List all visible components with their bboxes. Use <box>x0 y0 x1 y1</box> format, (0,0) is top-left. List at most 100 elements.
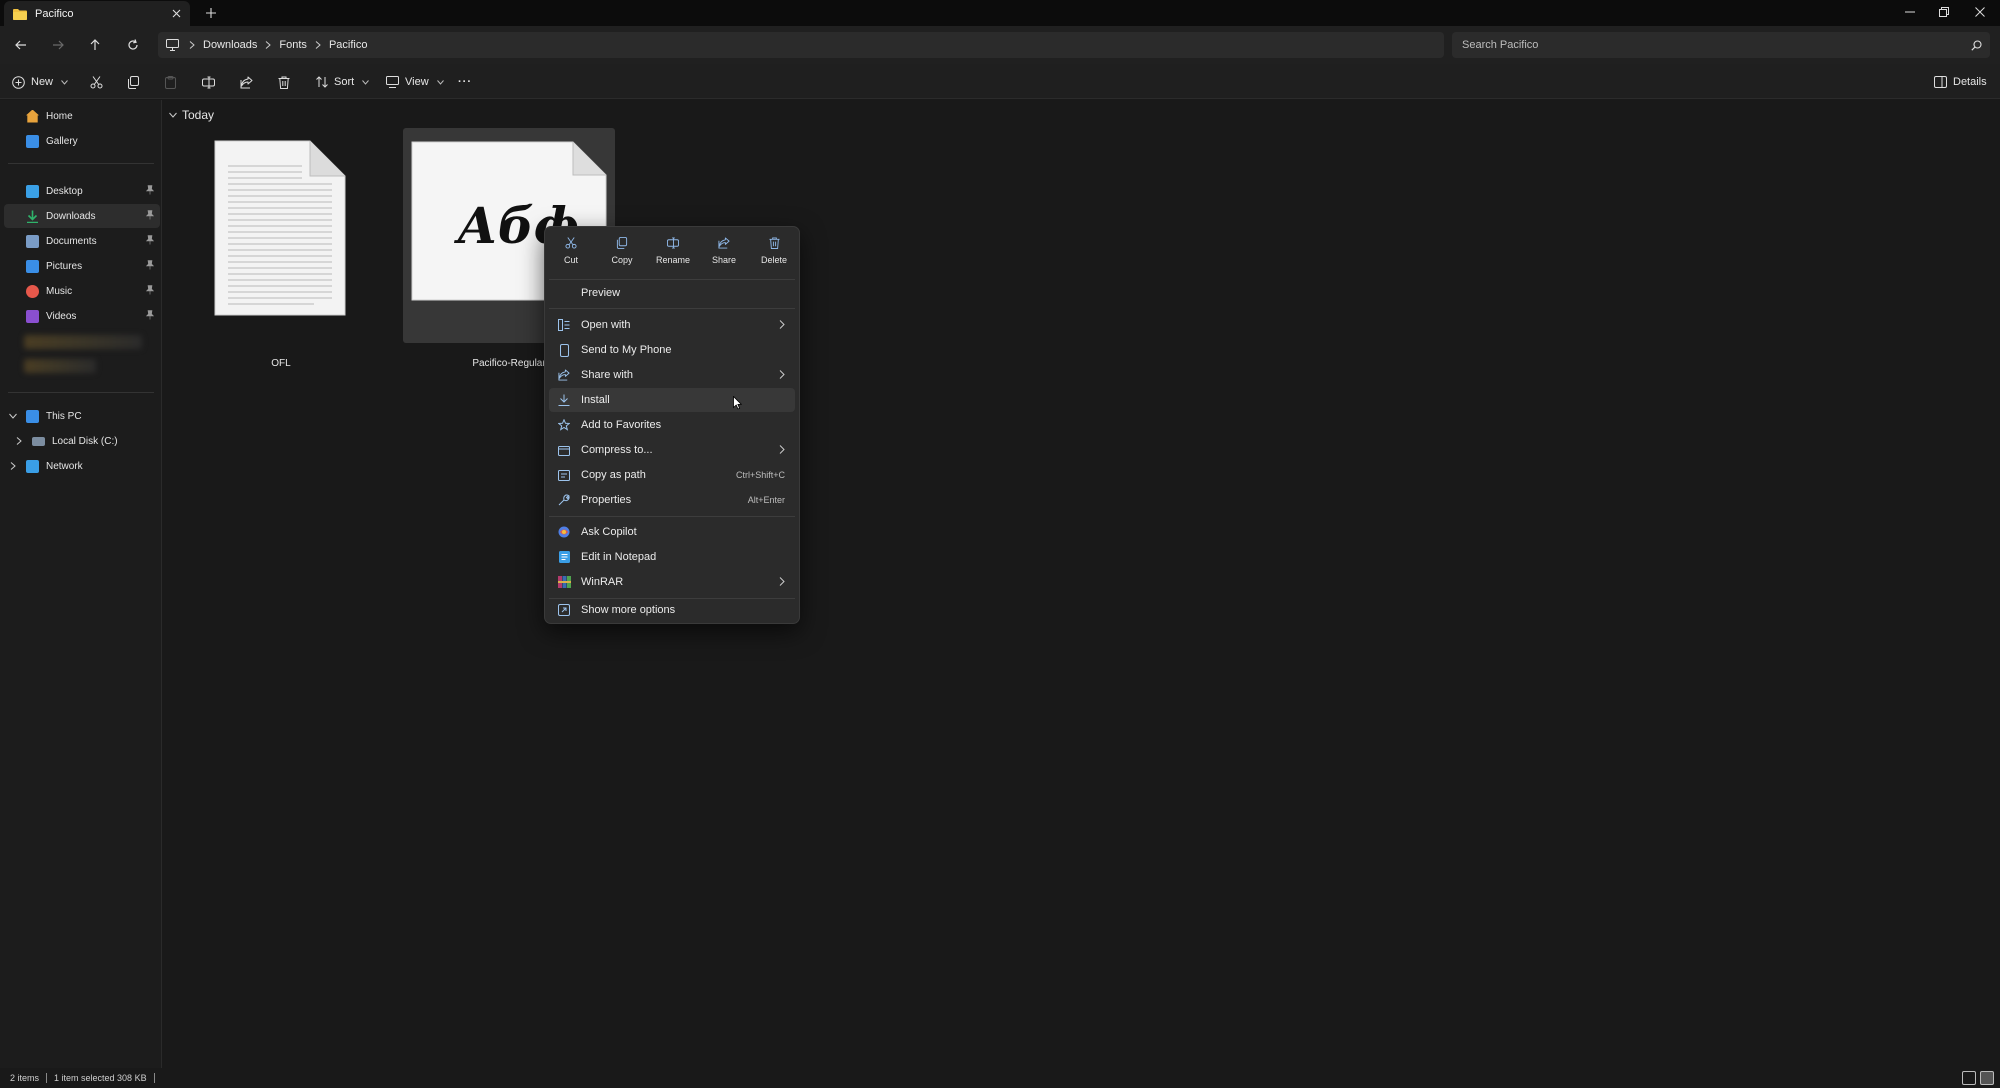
sidebar-item-gallery[interactable]: Gallery <box>4 129 160 153</box>
chevron-right-icon[interactable] <box>265 41 272 49</box>
paste-button[interactable] <box>156 70 184 94</box>
address-bar[interactable]: Downloads Fonts Pacifico <box>158 32 1444 58</box>
sidebar-item-label: Local Disk (C:) <box>52 435 118 447</box>
delete-button[interactable] <box>270 70 298 94</box>
details-view-toggle[interactable] <box>1962 1071 1976 1085</box>
menu-item-edit-in-notepad[interactable]: Edit in Notepad <box>549 545 795 569</box>
sidebar-item-this-pc[interactable]: This PC <box>4 404 160 428</box>
file-item-ofl[interactable]: OFL <box>209 128 346 369</box>
sort-label: Sort <box>334 76 355 88</box>
tab-pacifico[interactable]: Pacifico <box>4 1 190 26</box>
search-icon[interactable] <box>1962 39 1990 51</box>
chevron-right-icon[interactable] <box>315 41 321 49</box>
menu-item-preview[interactable]: Preview <box>549 281 795 305</box>
breadcrumb-pacifico[interactable]: Pacifico <box>329 39 368 51</box>
context-share-button[interactable]: Share <box>702 233 746 273</box>
redacted-folder[interactable] <box>24 335 142 349</box>
copy-path-icon <box>557 468 571 482</box>
pin-icon[interactable] <box>146 210 154 220</box>
pin-icon[interactable] <box>146 285 154 295</box>
details-button[interactable]: Details <box>1934 70 1987 94</box>
pin-icon[interactable] <box>146 185 154 195</box>
see-more-button[interactable]: ··· <box>458 70 472 94</box>
rename-button[interactable] <box>194 70 222 94</box>
context-rename-button[interactable]: Rename <box>651 233 695 273</box>
pin-icon[interactable] <box>146 310 154 320</box>
restore-button[interactable] <box>1926 0 1962 24</box>
wrench-icon <box>557 493 571 507</box>
pin-icon[interactable] <box>146 235 154 245</box>
phone-icon <box>557 343 571 357</box>
sidebar-item-desktop[interactable]: Desktop <box>4 179 160 203</box>
breadcrumb-downloads[interactable]: Downloads <box>203 39 257 51</box>
new-tab-icon[interactable] <box>200 3 222 23</box>
text-document-icon <box>214 140 346 316</box>
share-button[interactable] <box>232 70 260 94</box>
view-button[interactable]: View <box>386 70 444 94</box>
show-more-icon <box>557 603 571 617</box>
search-input[interactable] <box>1462 39 1962 51</box>
copy-button[interactable] <box>119 70 147 94</box>
group-label: Today <box>182 108 215 122</box>
menu-item-properties[interactable]: Properties Alt+Enter <box>549 488 795 512</box>
menu-item-copy-as-path[interactable]: Copy as path Ctrl+Shift+C <box>549 463 795 487</box>
notepad-icon <box>557 550 571 564</box>
sidebar-item-home[interactable]: Home <box>4 104 160 128</box>
share-with-icon <box>557 368 571 382</box>
sidebar-item-pictures[interactable]: Pictures <box>4 254 160 278</box>
sidebar-item-documents[interactable]: Documents <box>4 229 160 253</box>
item-count: 2 items <box>10 1073 40 1083</box>
up-button[interactable] <box>82 33 108 57</box>
sidebar-item-network[interactable]: Network <box>4 454 160 478</box>
pictures-icon <box>26 259 39 273</box>
back-button[interactable] <box>8 33 34 57</box>
drive-icon <box>32 436 45 446</box>
sidebar-item-downloads[interactable]: Downloads <box>4 204 160 228</box>
menu-item-show-more-options[interactable]: Show more options <box>549 598 795 622</box>
cut-button[interactable] <box>82 70 110 94</box>
menu-item-open-with[interactable]: Open with <box>549 313 795 337</box>
this-pc-icon[interactable] <box>166 39 179 51</box>
sidebar-item-music[interactable]: Music <box>4 279 160 303</box>
minimize-button[interactable] <box>1892 0 1928 24</box>
chevron-right-icon <box>779 320 785 329</box>
menu-item-label: Preview <box>581 287 621 299</box>
menu-item-compress-to[interactable]: Compress to... <box>549 438 795 462</box>
sort-icon <box>316 76 328 88</box>
new-button[interactable]: New <box>12 70 68 94</box>
context-cut-button[interactable]: Cut <box>549 233 593 273</box>
redacted-folder[interactable] <box>24 359 96 373</box>
forward-button[interactable] <box>45 33 71 57</box>
sidebar-item-label: Videos <box>46 310 77 322</box>
menu-item-add-to-favorites[interactable]: Add to Favorites <box>549 413 795 437</box>
sidebar-item-label: Downloads <box>46 210 96 222</box>
menu-item-install[interactable]: Install <box>549 388 795 412</box>
status-bar: 2 items 1 item selected 308 KB <box>0 1068 2000 1088</box>
tiles-view-toggle[interactable] <box>1980 1071 1994 1085</box>
downloads-icon <box>26 210 39 223</box>
context-copy-button[interactable]: Copy <box>600 233 644 273</box>
search-box[interactable] <box>1452 32 1990 58</box>
pin-icon[interactable] <box>146 260 154 270</box>
cut-icon <box>565 237 577 249</box>
sidebar-item-local-disk[interactable]: Local Disk (C:) <box>4 429 160 453</box>
menu-item-label: Ask Copilot <box>581 526 637 538</box>
menu-item-send-to-phone[interactable]: Send to My Phone <box>549 338 795 362</box>
chevron-down-icon[interactable] <box>169 112 177 118</box>
tab-close-icon[interactable] <box>166 4 186 24</box>
group-header-today[interactable]: Today <box>169 108 214 122</box>
close-window-button[interactable] <box>1962 0 1998 24</box>
chevron-right-icon[interactable] <box>189 41 195 49</box>
menu-item-winrar[interactable]: WinRAR <box>549 570 795 594</box>
menu-item-share-with[interactable]: Share with <box>549 363 795 387</box>
sort-button[interactable]: Sort <box>316 70 370 94</box>
menu-item-ask-copilot[interactable]: Ask Copilot <box>549 520 795 544</box>
sidebar-item-videos[interactable]: Videos <box>4 304 160 328</box>
context-delete-button[interactable]: Delete <box>752 233 796 273</box>
sidebar-item-label: This PC <box>46 410 82 422</box>
breadcrumb-fonts[interactable]: Fonts <box>279 39 307 51</box>
refresh-button[interactable] <box>120 33 146 57</box>
status-separator <box>153 1073 155 1083</box>
star-icon <box>557 418 571 432</box>
chevron-down-icon <box>436 79 444 85</box>
